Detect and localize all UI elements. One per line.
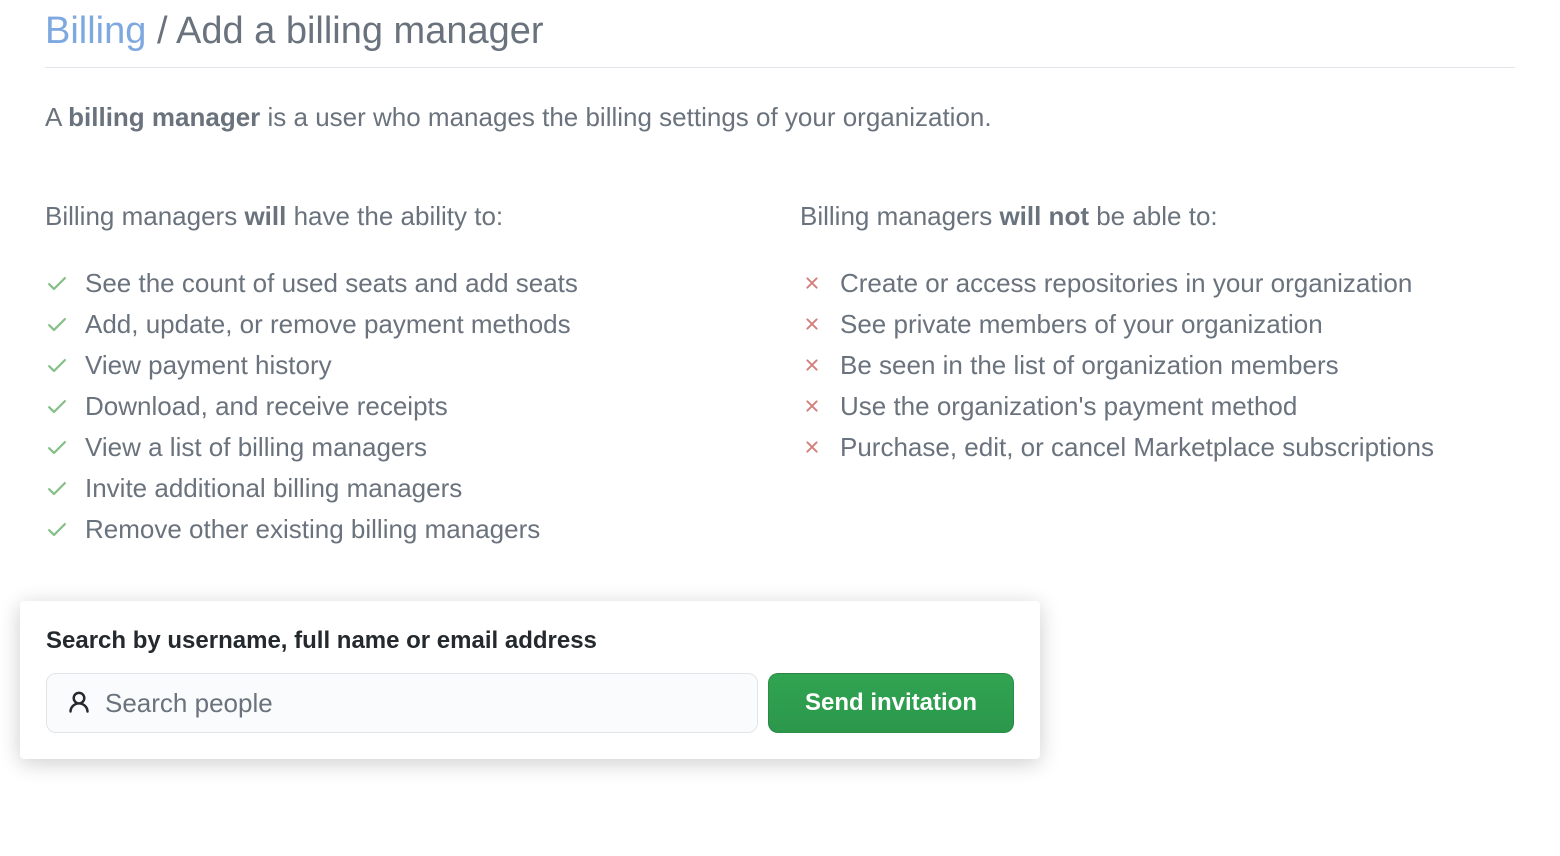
will-heading-suffix: have the ability to: [286,201,503,231]
check-icon [45,394,69,418]
list-item: View a list of billing managers [45,428,760,467]
abilities-will-list: See the count of used seats and add seat… [45,264,760,549]
list-item-label: View a list of billing managers [85,428,427,467]
abilities-will-column: Billing managers will have the ability t… [45,197,760,551]
list-item-label: Remove other existing billing managers [85,510,540,549]
list-item-label: View payment history [85,346,332,385]
list-item-label: Add, update, or remove payment methods [85,305,571,344]
intro-bold: billing manager [68,102,260,132]
check-icon [45,517,69,541]
breadcrumb-separator: / [146,10,176,52]
list-item: Use the organization's payment method [800,387,1515,426]
check-icon [45,312,69,336]
search-label: Search by username, full name or email a… [46,627,1014,655]
breadcrumb-link-billing[interactable]: Billing [45,10,146,52]
x-icon [800,394,824,418]
send-invitation-button[interactable]: Send invitation [768,673,1014,733]
wont-heading-suffix: be able to: [1089,201,1218,231]
will-heading-bold: will [244,201,286,231]
intro-prefix: A [45,102,68,132]
list-item-label: Download, and receive receipts [85,387,448,426]
will-heading-prefix: Billing managers [45,201,244,231]
x-icon [800,271,824,295]
breadcrumb: Billing / Add a billing manager [45,10,1515,68]
abilities-columns: Billing managers will have the ability t… [45,197,1515,551]
search-input[interactable] [46,673,758,733]
list-item: Create or access repositories in your or… [800,264,1515,303]
list-item: Add, update, or remove payment methods [45,305,760,344]
list-item-label: Purchase, edit, or cancel Marketplace su… [840,428,1434,467]
list-item: See private members of your organization [800,305,1515,344]
check-icon [45,353,69,377]
abilities-wont-column: Billing managers will not be able to: Cr… [800,197,1515,551]
list-item-label: Use the organization's payment method [840,387,1297,426]
search-card: Search by username, full name or email a… [20,601,1040,759]
wont-heading-prefix: Billing managers [800,201,999,231]
check-icon [45,435,69,459]
list-item-label: Invite additional billing managers [85,469,462,508]
list-item: View payment history [45,346,760,385]
list-item-label: Be seen in the list of organization memb… [840,346,1339,385]
abilities-wont-list: Create or access repositories in your or… [800,264,1515,467]
person-icon [66,690,92,716]
intro-text: A billing manager is a user who manages … [45,98,1515,137]
x-icon [800,435,824,459]
search-row: Send invitation [46,673,1014,733]
list-item: Download, and receive receipts [45,387,760,426]
list-item: Remove other existing billing managers [45,510,760,549]
search-input-wrap [46,673,758,733]
x-icon [800,353,824,377]
abilities-wont-heading: Billing managers will not be able to: [800,197,1515,236]
list-item: See the count of used seats and add seat… [45,264,760,303]
check-icon [45,271,69,295]
list-item: Be seen in the list of organization memb… [800,346,1515,385]
abilities-will-heading: Billing managers will have the ability t… [45,197,760,236]
list-item-label: See the count of used seats and add seat… [85,264,578,303]
check-icon [45,476,69,500]
page-title: Add a billing manager [176,10,544,52]
list-item: Invite additional billing managers [45,469,760,508]
list-item-label: Create or access repositories in your or… [840,264,1412,303]
list-item: Purchase, edit, or cancel Marketplace su… [800,428,1515,467]
intro-suffix: is a user who manages the billing settin… [260,102,991,132]
x-icon [800,312,824,336]
list-item-label: See private members of your organization [840,305,1323,344]
wont-heading-bold: will not [999,201,1089,231]
